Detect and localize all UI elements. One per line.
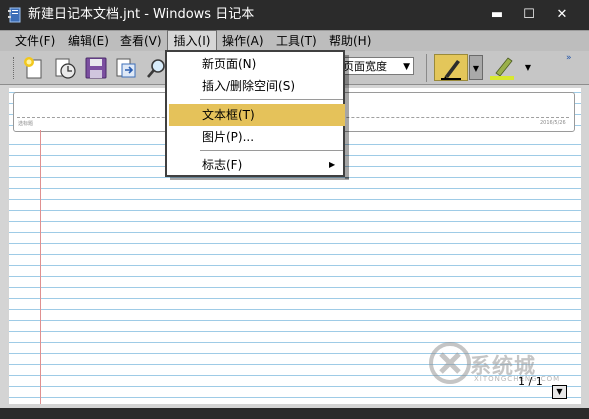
chevron-down-icon: ▼: [403, 62, 410, 72]
note-date: 2016/5/26: [540, 120, 566, 126]
save-icon[interactable]: [84, 56, 108, 80]
menu-item-insert-remove-space[interactable]: 插入/删除空间(S): [169, 75, 345, 97]
menu-help[interactable]: 帮助(H): [328, 31, 372, 51]
watermark-logo-icon: [429, 342, 471, 384]
timestamp-icon[interactable]: [53, 56, 77, 80]
minimize-button[interactable]: ▬: [484, 4, 510, 26]
zoom-value: 页面宽度: [343, 60, 387, 73]
title-hint: 选标题: [18, 121, 34, 127]
toolbar-overflow-icon[interactable]: »: [566, 52, 580, 64]
menu-bar: 文件(F) 编辑(E) 查看(V) 插入(I) 操作(A) 工具(T) 帮助(H…: [0, 30, 589, 52]
menu-separator: [200, 150, 343, 151]
chevron-down-icon: ▼: [472, 64, 480, 73]
close-button[interactable]: ✕: [549, 4, 575, 26]
menu-view[interactable]: 查看(V): [119, 31, 163, 51]
menu-separator: [200, 99, 343, 100]
pen-options-button[interactable]: ▼: [469, 55, 483, 80]
insert-menu-dropdown: 新页面(N) 插入/删除空间(S) 文本框(T) 图片(P)... 标志(F) …: [165, 50, 345, 177]
menu-item-new-page[interactable]: 新页面(N): [169, 53, 345, 75]
submenu-arrow-icon: ▶: [329, 160, 336, 169]
chevron-down-icon: ▼: [556, 387, 563, 396]
menu-shadow: [170, 177, 349, 180]
maximize-icon: ☐: [523, 7, 535, 22]
menu-item-flag[interactable]: 标志(F): [169, 154, 345, 176]
menu-item-text-box[interactable]: 文本框(T): [169, 104, 345, 126]
chevron-down-icon: ▼: [524, 63, 532, 72]
margin-line: [40, 130, 41, 404]
next-page-button[interactable]: ▼: [552, 385, 567, 399]
pen-icon: [441, 60, 461, 80]
minimize-icon: ▬: [490, 7, 504, 22]
menu-shadow: [345, 55, 349, 179]
highlighter-button[interactable]: [488, 54, 518, 81]
journal-app-icon: [8, 7, 21, 23]
menu-tools[interactable]: 工具(T): [275, 31, 318, 51]
menu-item-picture[interactable]: 图片(P)...: [169, 126, 345, 148]
page-counter: 1 / 1: [518, 375, 543, 388]
maximize-button[interactable]: ☐: [516, 4, 542, 26]
highlighter-icon: [490, 57, 514, 80]
export-icon[interactable]: [114, 56, 138, 80]
window-bottom-border: [0, 408, 589, 419]
menu-file[interactable]: 文件(F): [14, 31, 56, 51]
toolbar-grip[interactable]: [13, 57, 16, 79]
menu-insert[interactable]: 插入(I): [167, 30, 217, 52]
pen-button[interactable]: [434, 54, 468, 81]
menu-action[interactable]: 操作(A): [221, 31, 265, 51]
new-page-icon[interactable]: [22, 56, 46, 80]
highlighter-options-button[interactable]: ▼: [522, 55, 534, 80]
window-title: 新建日记本文档.jnt - Windows 日记本: [28, 7, 255, 22]
toolbar-separator: [426, 54, 427, 82]
close-icon: ✕: [556, 7, 568, 22]
menu-edit[interactable]: 编辑(E): [67, 31, 110, 51]
